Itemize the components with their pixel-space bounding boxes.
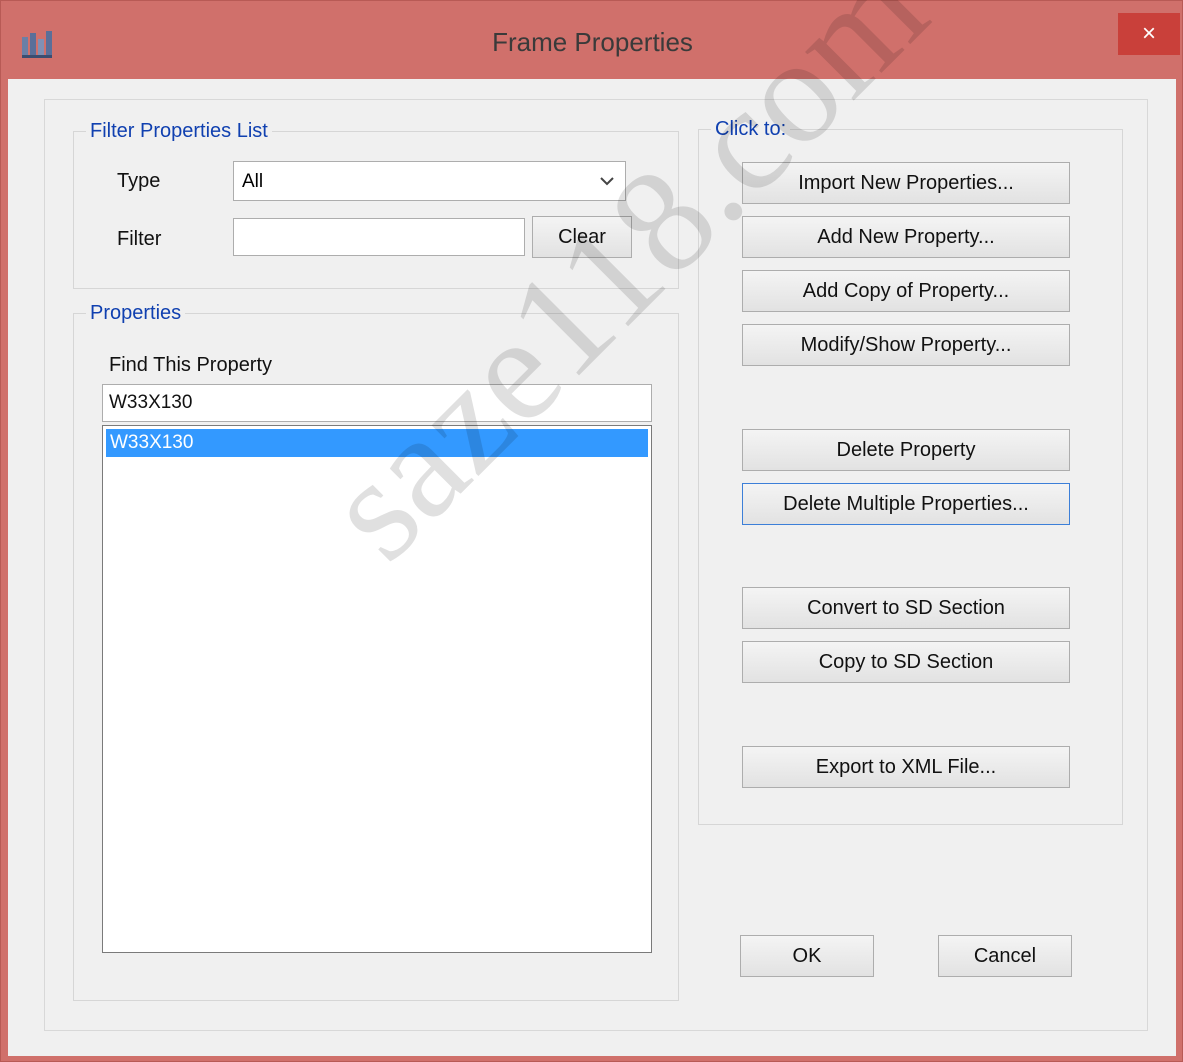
copy-to-sd-section-button[interactable]: Copy to SD Section [742,641,1070,683]
actions-group-title: Click to: [711,118,791,141]
filter-input[interactable] [233,218,525,256]
cancel-button[interactable]: Cancel [938,935,1072,977]
add-new-property-button[interactable]: Add New Property... [742,216,1070,258]
import-new-properties-button[interactable]: Import New Properties... [742,162,1070,204]
find-property-input[interactable] [102,384,652,422]
close-button[interactable]: × [1118,13,1180,55]
find-property-label: Find This Property [109,354,273,376]
delete-multiple-properties-button[interactable]: Delete Multiple Properties... [742,483,1070,525]
modify-show-property-button[interactable]: Modify/Show Property... [742,324,1070,366]
properties-listbox[interactable]: W33X130 [102,425,652,953]
type-label: Type [117,170,161,192]
title-bar: Frame Properties × [1,1,1183,79]
filter-properties-group: Filter Properties List Type All Filter C… [73,120,679,289]
dialog-client-area: Filter Properties List Type All Filter C… [8,79,1176,1056]
add-copy-of-property-button[interactable]: Add Copy of Property... [742,270,1070,312]
type-dropdown-value: All [242,171,264,192]
filter-group-title: Filter Properties List [86,120,272,143]
clear-button[interactable]: Clear [532,216,632,258]
delete-property-button[interactable]: Delete Property [742,429,1070,471]
type-dropdown[interactable]: All [233,161,626,201]
frame-properties-window: Frame Properties × Filter Properties Lis… [0,0,1183,1062]
list-item-selected[interactable]: W33X130 [106,429,648,457]
convert-to-sd-section-button[interactable]: Convert to SD Section [742,587,1070,629]
export-to-xml-file-button[interactable]: Export to XML File... [742,746,1070,788]
chevron-down-icon [600,177,614,186]
ok-button[interactable]: OK [740,935,874,977]
filter-label: Filter [117,228,162,250]
properties-group-title: Properties [86,302,186,325]
window-title: Frame Properties [492,27,693,57]
close-icon: × [1141,20,1156,47]
